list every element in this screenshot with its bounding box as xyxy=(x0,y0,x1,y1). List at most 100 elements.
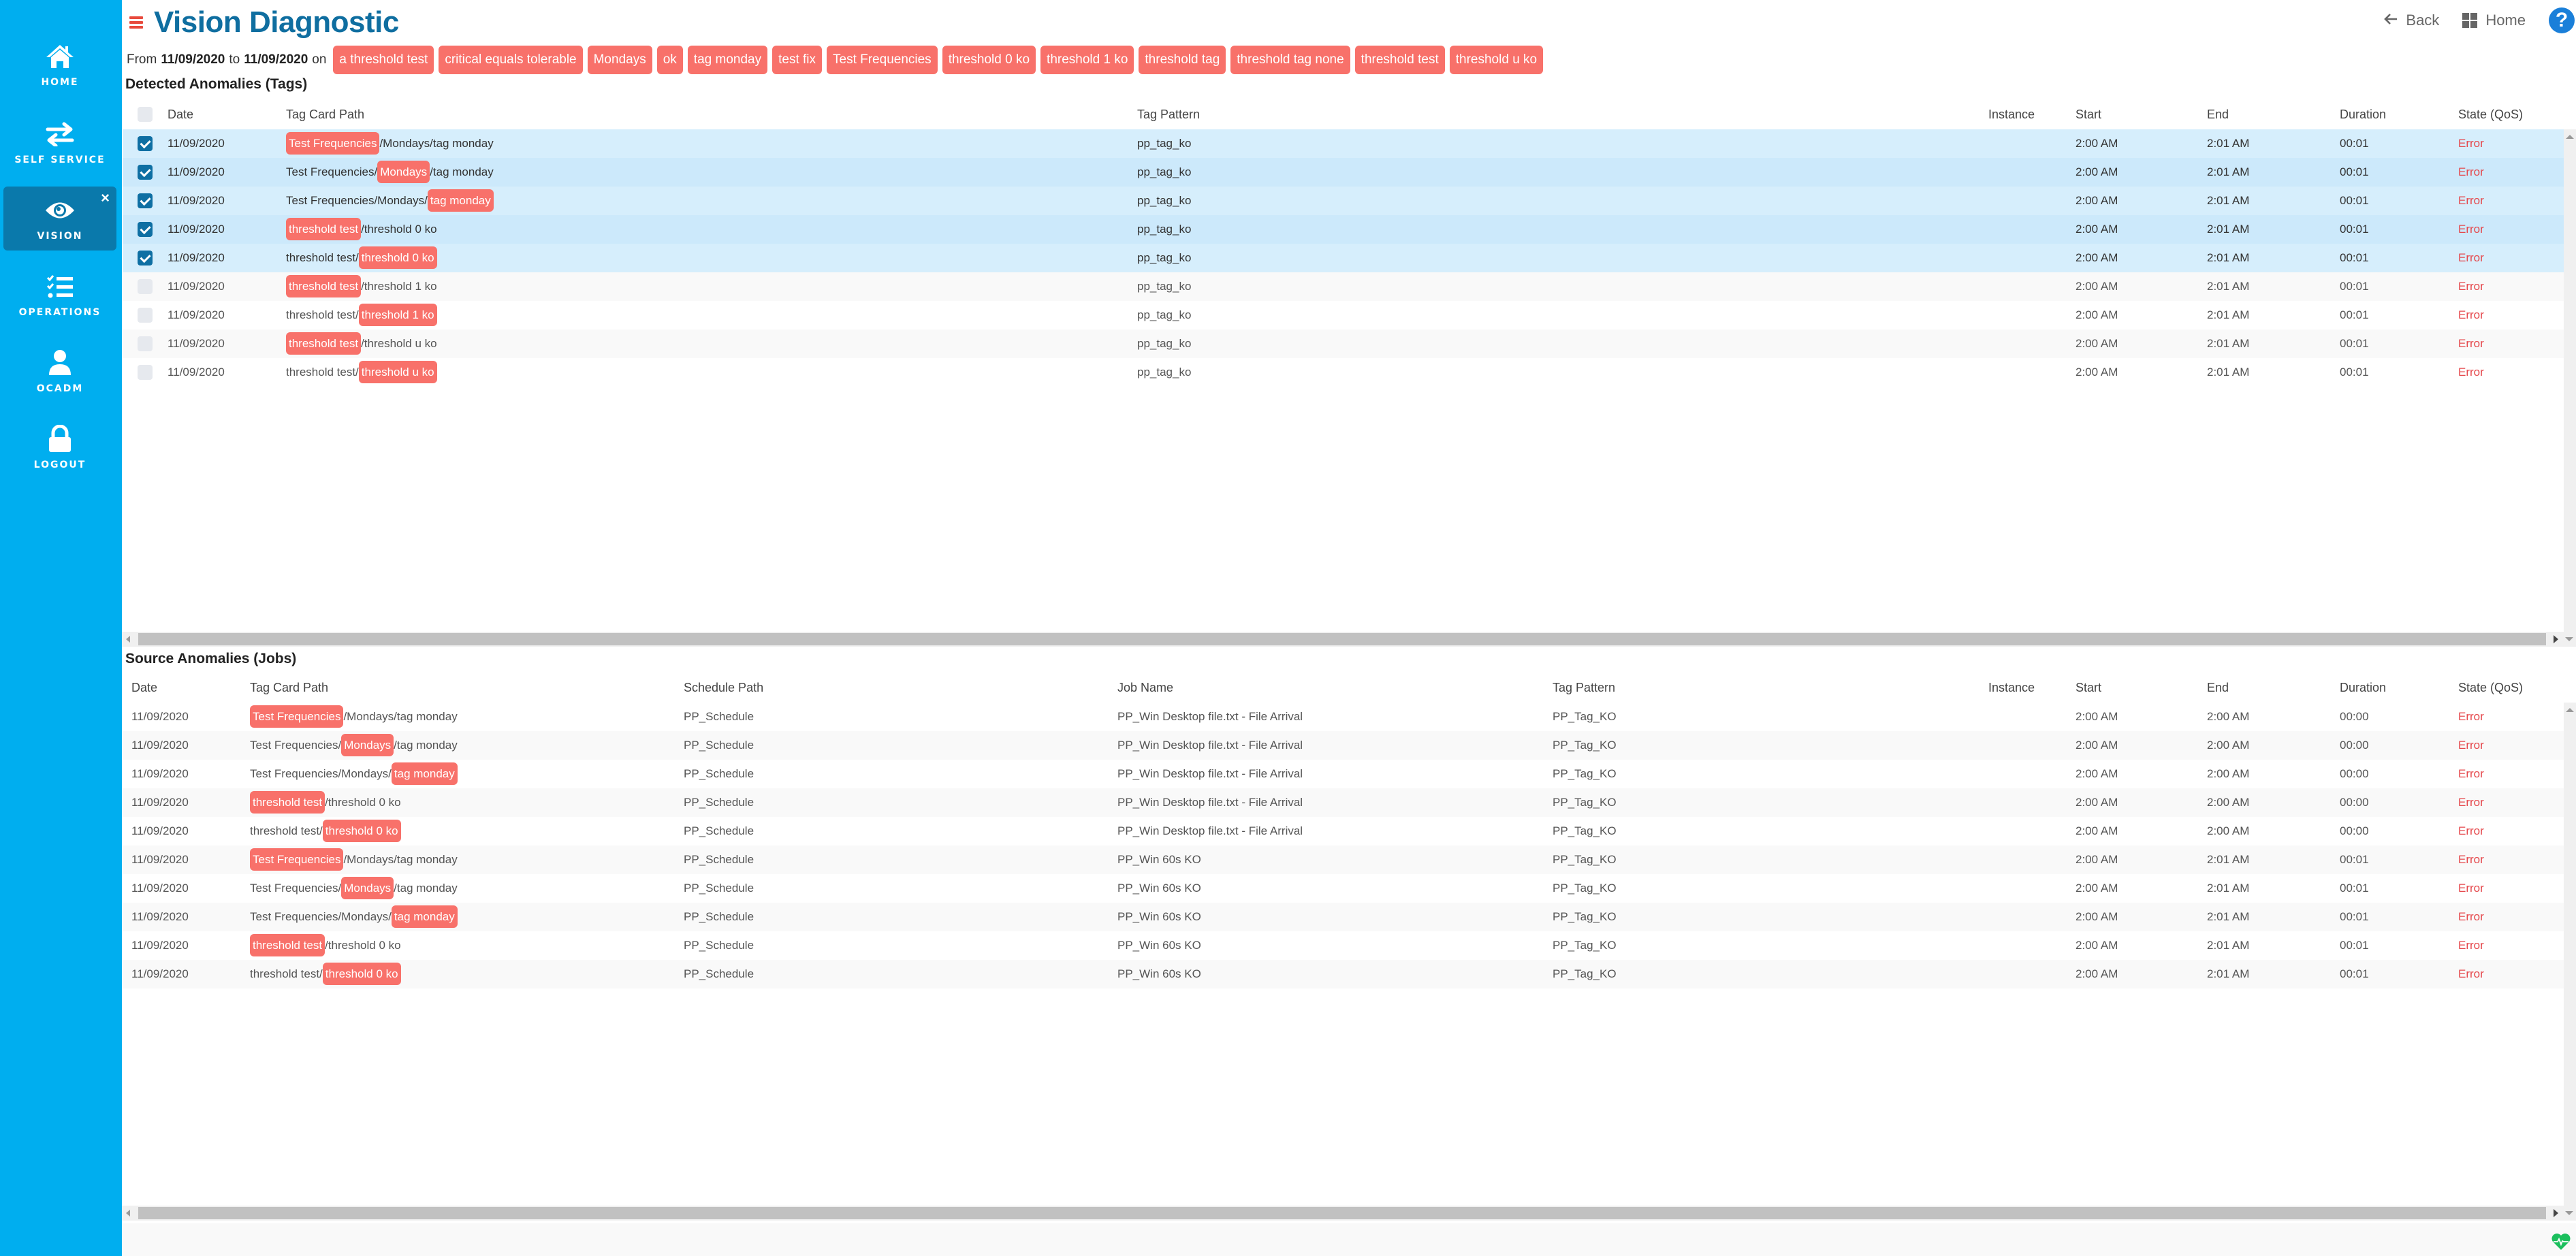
row-checkbox[interactable] xyxy=(138,251,153,265)
col-state[interactable]: State (QoS) xyxy=(2458,99,2523,129)
row-checkbox[interactable] xyxy=(138,222,153,237)
start-cell: 2:00 AM xyxy=(2076,165,2118,178)
duration-cell: 00:01 xyxy=(2340,251,2369,264)
filter-tag-pill[interactable]: threshold tag xyxy=(1139,46,1226,74)
col-duration[interactable]: Duration xyxy=(2340,673,2386,703)
filter-tag-pill[interactable]: a threshold test xyxy=(333,46,434,74)
row-checkbox[interactable] xyxy=(138,308,153,323)
tags-vertical-scrollbar[interactable] xyxy=(2564,129,2576,633)
table-row[interactable]: 11/09/2020 Test Frequencies/Mondays/tag m… xyxy=(123,158,2564,187)
table-row[interactable]: 11/09/2020 threshold test/threshold 1 ko p… xyxy=(123,301,2564,329)
jobs-horizontal-scrollbar[interactable] xyxy=(122,1206,2576,1221)
col-instance[interactable]: Instance xyxy=(1988,99,2035,129)
select-all-checkbox[interactable] xyxy=(138,107,153,122)
tag-pattern-cell: PP_Tag_KO xyxy=(1553,882,1617,895)
sidebar-item-home[interactable]: HOME xyxy=(3,33,116,97)
table-row[interactable]: 11/09/2020 threshold test/threshold 0 ko P… xyxy=(123,960,2564,988)
start-cell: 2:00 AM xyxy=(2076,137,2118,150)
jobs-vertical-scrollbar[interactable] xyxy=(2564,703,2576,1206)
heartbeat-icon[interactable] xyxy=(2551,1233,2571,1251)
menu-icon[interactable] xyxy=(129,16,143,29)
table-row[interactable]: 11/09/2020 Test Frequencies/Mondays/tag m… xyxy=(123,187,2564,215)
row-checkbox[interactable] xyxy=(138,279,153,294)
tag-pattern-cell: pp_tag_ko xyxy=(1137,251,1192,264)
tag-pattern-cell: PP_Tag_KO xyxy=(1553,967,1617,980)
col-start[interactable]: Start xyxy=(2076,673,2101,703)
filter-tag-pill[interactable]: threshold u ko xyxy=(1449,46,1544,74)
table-row[interactable]: 11/09/2020 threshold test/threshold u ko p… xyxy=(123,329,2564,358)
table-row[interactable]: 11/09/2020 threshold test/threshold 1 ko p… xyxy=(123,272,2564,301)
path-suffix: /threshold 0 ko xyxy=(361,223,437,236)
col-tag-card-path[interactable]: Tag Card Path xyxy=(286,99,364,129)
table-row[interactable]: 11/09/2020 threshold test/threshold 0 ko p… xyxy=(123,215,2564,244)
table-row[interactable]: 11/09/2020 Test Frequencies/Mondays/tag m… xyxy=(123,760,2564,788)
home-label: Home xyxy=(2485,12,2526,29)
col-schedule-path[interactable]: Schedule Path xyxy=(684,673,763,703)
table-row[interactable]: 11/09/2020 Test Frequencies/Mondays/tag m… xyxy=(123,129,2564,158)
col-duration[interactable]: Duration xyxy=(2340,99,2386,129)
sidebar-item-self-service[interactable]: SELF SERVICE xyxy=(3,110,116,174)
path-highlight: tag monday xyxy=(391,762,458,785)
col-date[interactable]: Date xyxy=(131,673,157,703)
table-row[interactable]: 11/09/2020 Test Frequencies/Mondays/tag m… xyxy=(123,731,2564,760)
sidebar-item-operations[interactable]: OPERATIONS xyxy=(3,263,116,327)
page-title: Vision Diagnostic xyxy=(154,5,399,39)
close-icon[interactable]: × xyxy=(101,191,110,206)
col-tag-card-path[interactable]: Tag Card Path xyxy=(250,673,328,703)
filter-tag-pill[interactable]: threshold 0 ko xyxy=(942,46,1036,74)
row-checkbox[interactable] xyxy=(138,365,153,380)
filter-tag-pill[interactable]: ok xyxy=(656,46,683,74)
tags-horizontal-scrollbar[interactable] xyxy=(122,632,2576,647)
back-button[interactable]: Back xyxy=(2384,12,2439,29)
sidebar-item-vision[interactable]: × VISION xyxy=(3,187,116,251)
table-row[interactable]: 11/09/2020 Test Frequencies/Mondays/tag m… xyxy=(123,903,2564,931)
help-button[interactable]: ? xyxy=(2549,7,2575,33)
table-row[interactable]: 11/09/2020 Test Frequencies/Mondays/tag m… xyxy=(123,703,2564,731)
col-end[interactable]: End xyxy=(2207,99,2229,129)
tag-card-path: Test Frequencies/Mondays/tag monday xyxy=(250,903,458,931)
filter-tag-pill[interactable]: threshold test xyxy=(1354,46,1445,74)
filter-tag-pill[interactable]: threshold tag none xyxy=(1230,46,1350,74)
tag-pattern-cell: PP_Tag_KO xyxy=(1553,710,1617,723)
sidebar-item-ocadm[interactable]: OCADM xyxy=(3,339,116,403)
schedule-path-cell: PP_Schedule xyxy=(684,824,754,837)
col-date[interactable]: Date xyxy=(168,99,193,129)
duration-cell: 00:01 xyxy=(2340,308,2369,321)
col-start[interactable]: Start xyxy=(2076,99,2101,129)
tag-pattern-cell: PP_Tag_KO xyxy=(1553,853,1617,866)
col-tag-pattern[interactable]: Tag Pattern xyxy=(1553,673,1615,703)
path-suffix: /threshold 1 ko xyxy=(361,280,437,293)
home-button[interactable]: Home xyxy=(2462,12,2526,29)
col-job-name[interactable]: Job Name xyxy=(1117,673,1173,703)
row-checkbox[interactable] xyxy=(138,336,153,351)
path-prefix: Test Frequencies/ xyxy=(286,165,378,178)
table-row[interactable]: 11/09/2020 Test Frequencies/Mondays/tag m… xyxy=(123,874,2564,903)
filter-tag-pill[interactable]: tag monday xyxy=(687,46,768,74)
tag-card-path: Test Frequencies/Mondays/tag monday xyxy=(250,703,458,731)
table-row[interactable]: 11/09/2020 threshold test/threshold u ko p… xyxy=(123,358,2564,387)
filter-tag-pill[interactable]: Mondays xyxy=(587,46,652,74)
table-row[interactable]: 11/09/2020 threshold test/threshold 0 ko P… xyxy=(123,788,2564,817)
col-end[interactable]: End xyxy=(2207,673,2229,703)
col-instance[interactable]: Instance xyxy=(1988,673,2035,703)
row-checkbox[interactable] xyxy=(138,193,153,208)
row-checkbox[interactable] xyxy=(138,165,153,180)
table-row[interactable]: 11/09/2020 threshold test/threshold 0 ko P… xyxy=(123,931,2564,960)
row-checkbox[interactable] xyxy=(138,136,153,151)
filter-tag-pill[interactable]: Test Frequencies xyxy=(827,46,938,74)
table-row[interactable]: 11/09/2020 threshold test/threshold 0 ko P… xyxy=(123,817,2564,846)
tag-pattern-cell: pp_tag_ko xyxy=(1137,308,1192,321)
path-highlight: threshold test xyxy=(250,791,325,814)
sidebar-item-label: HOME xyxy=(41,77,79,88)
end-cell: 2:00 AM xyxy=(2207,767,2250,780)
sidebar-item-logout[interactable]: LOGOUT xyxy=(3,415,116,479)
filter-tag-pill[interactable]: threshold 1 ko xyxy=(1040,46,1134,74)
filter-tag-pill[interactable]: test fix xyxy=(772,46,822,74)
filter-tag-pill[interactable]: critical equals tolerable xyxy=(439,46,583,74)
status-bar xyxy=(122,1223,2576,1256)
table-row[interactable]: 11/09/2020 Test Frequencies/Mondays/tag m… xyxy=(123,846,2564,874)
col-tag-pattern[interactable]: Tag Pattern xyxy=(1137,99,1200,129)
col-state[interactable]: State (QoS) xyxy=(2458,673,2523,703)
table-row[interactable]: 11/09/2020 threshold test/threshold 0 ko p… xyxy=(123,244,2564,272)
tag-card-path: threshold test/threshold u ko xyxy=(286,358,437,387)
